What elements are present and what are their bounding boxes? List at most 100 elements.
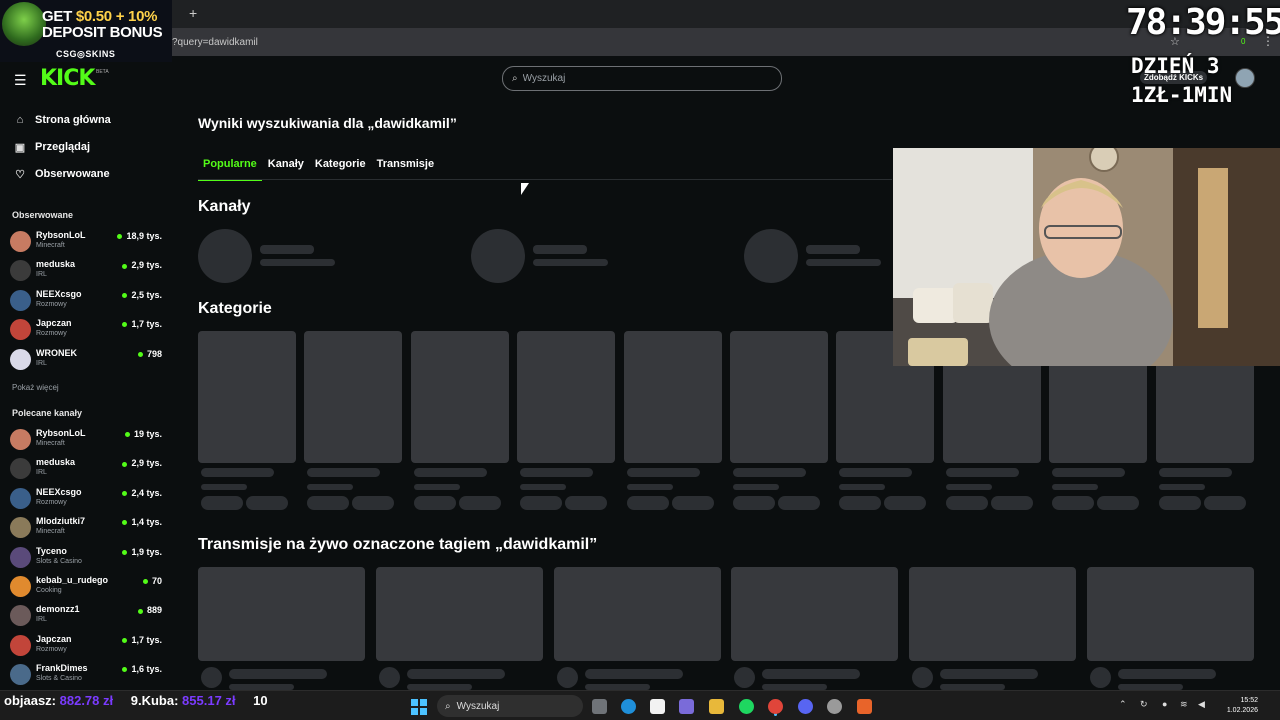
viewer-count: 889 — [137, 605, 162, 616]
taskbar-clock[interactable]: 15:52 1.02.2026 — [1218, 696, 1258, 716]
channel-category: Slots & Casino — [36, 675, 82, 683]
channel-row[interactable]: meduska IRL 2,9 tys. — [10, 455, 162, 483]
url-text[interactable]: ?query=dawidkamil — [172, 37, 258, 48]
live-dot-icon — [122, 461, 128, 467]
skeleton-line — [839, 484, 886, 490]
promo-line2: DEPOSIT BONUS — [42, 24, 163, 41]
tray-mic-icon[interactable]: ● — [1162, 699, 1167, 709]
skeleton-stream-card — [1087, 567, 1254, 661]
channel-row[interactable]: NEEXcsgo Rozmowy 2,4 tys. — [10, 485, 162, 513]
streams-heading: Transmisje na żywo oznaczone tagiem „daw… — [198, 536, 598, 553]
skeleton-line — [733, 484, 779, 490]
skeleton-line — [229, 669, 327, 679]
channel-name: Tyceno — [36, 545, 67, 556]
channel-row[interactable]: Japczan Rozmowy 1,7 tys. — [10, 316, 162, 344]
skeleton-stream-card — [553, 567, 721, 661]
sidebar-item-home[interactable]: ⌂ Strona główna — [12, 110, 111, 130]
app-icon[interactable] — [857, 699, 872, 714]
viewer-count-text: 18,9 tys. — [126, 231, 162, 241]
skeleton-line — [626, 484, 673, 490]
viewer-count-text: 1,9 tys. — [131, 546, 162, 557]
viewer-count: 2,9 tys. — [122, 458, 162, 468]
channel-name: demonzz1 — [36, 604, 80, 615]
avatar — [10, 260, 31, 282]
chrome-icon[interactable] — [768, 699, 783, 714]
viewer-count-text: 889 — [146, 605, 162, 616]
viewer-count-text: 1,4 tys. — [131, 517, 162, 528]
skeleton-line — [352, 496, 395, 510]
skeleton-line — [533, 245, 587, 254]
sidebar-item-browse[interactable]: ▣ Przeglądaj — [12, 137, 90, 157]
skeleton-line — [1203, 496, 1246, 510]
search-box[interactable]: ⌕ — [502, 66, 782, 91]
channel-row[interactable]: Mlodziutki7 Minecraft 1,4 tys. — [10, 514, 162, 542]
skeleton-line — [671, 496, 714, 510]
channel-name: Japczan — [36, 633, 72, 644]
followed-title: Obserwowane — [12, 210, 74, 220]
viewer-count-text: 19 tys. — [133, 429, 162, 439]
store-icon[interactable] — [650, 699, 665, 714]
channel-row[interactable]: meduska IRL 2,9 tys. — [10, 257, 162, 285]
tab-1[interactable]: Kanały — [263, 156, 309, 181]
channel-row[interactable]: Japczan Rozmowy 1,7 tys. — [10, 632, 162, 660]
copilot-icon[interactable] — [679, 699, 694, 714]
edge-icon[interactable] — [621, 699, 636, 714]
skeleton-line — [307, 484, 354, 490]
live-dot-icon — [137, 608, 143, 614]
show-more-link[interactable]: Pokaż więcej — [12, 383, 59, 392]
sidebar-item-heart[interactable]: ♡ Obserwowane — [12, 164, 110, 184]
skeleton-line — [260, 259, 335, 266]
folder-icon[interactable] — [709, 699, 724, 714]
channel-category: IRL — [36, 271, 47, 279]
webcam-overlay — [893, 148, 1280, 366]
taskbar-search[interactable]: ⌕ Wyszukaj — [437, 695, 583, 717]
channel-row[interactable]: WRONEK IRL 798 — [10, 346, 162, 374]
windows-taskbar: objaasz: 882.78 zł 9.Kuba: 855.17 zł 10 … — [0, 690, 1280, 720]
tray-sync-icon[interactable]: ↻ — [1140, 699, 1148, 710]
channel-name: WRONEK — [36, 347, 77, 358]
discord-icon[interactable] — [798, 699, 813, 714]
steam-icon[interactable] — [827, 699, 842, 714]
viewer-count-text: 1,6 tys. — [131, 664, 162, 675]
hamburger-menu-icon[interactable]: ☰ — [14, 72, 27, 89]
viewer-count: 70 — [142, 576, 162, 586]
channel-name: RybsonLoL — [36, 428, 86, 438]
spotify-icon[interactable] — [739, 699, 754, 714]
user-avatar[interactable] — [1235, 68, 1255, 88]
channel-row[interactable]: RybsonLoL Minecraft 18,9 tys. — [10, 228, 162, 256]
kick-logo[interactable]: KICK — [40, 66, 95, 91]
viewer-count-text: 2,5 tys. — [131, 289, 162, 300]
heart-icon: ♡ — [15, 168, 25, 181]
search-icon: ⌕ — [445, 700, 451, 712]
tab-3[interactable]: Transmisje — [372, 156, 439, 181]
task-view-icon[interactable] — [592, 699, 607, 714]
new-tab-button[interactable]: + — [189, 5, 197, 21]
channel-row[interactable]: demonzz1 IRL 889 — [10, 602, 162, 630]
search-input[interactable] — [522, 73, 743, 84]
result-tabs: Popularne Kanały Kategorie Transmisje — [198, 156, 440, 181]
volume-icon[interactable]: ◀ — [1198, 699, 1205, 710]
skeleton-avatar — [1090, 667, 1111, 688]
avatar — [10, 517, 31, 539]
channel-category: Slots & Casino — [36, 557, 82, 565]
viewer-count: 2,9 tys. — [122, 260, 162, 270]
channels-heading: Kanały — [198, 198, 251, 215]
skeleton-category-card — [517, 331, 616, 463]
skeleton-line — [307, 468, 381, 477]
skeleton-stream-card — [909, 567, 1077, 661]
channel-category: Rozmowy — [36, 645, 67, 653]
channel-row[interactable]: FrankDimes Slots & Casino 1,6 tys. — [10, 661, 162, 689]
channel-row[interactable]: Tyceno Slots & Casino 1,9 tys. — [10, 544, 162, 572]
wifi-icon[interactable]: ≋ — [1180, 699, 1188, 710]
channel-row[interactable]: RybsonLoL Minecraft 19 tys. — [10, 426, 162, 454]
channel-row[interactable]: kebab_u_rudego Cooking 70 — [10, 573, 162, 601]
tray-chevron-icon[interactable]: ⌃ — [1119, 699, 1127, 710]
windows-start-icon[interactable] — [411, 699, 427, 715]
live-dot-icon — [117, 234, 123, 240]
channel-row[interactable]: NEEXcsgo Rozmowy 2,5 tys. — [10, 287, 162, 315]
tab-0[interactable]: Popularne — [198, 156, 262, 181]
tab-2[interactable]: Kategorie — [310, 156, 371, 181]
live-dot-icon — [122, 322, 128, 328]
viewer-count: 2,4 tys. — [122, 488, 162, 498]
skeleton-line — [940, 669, 1039, 679]
